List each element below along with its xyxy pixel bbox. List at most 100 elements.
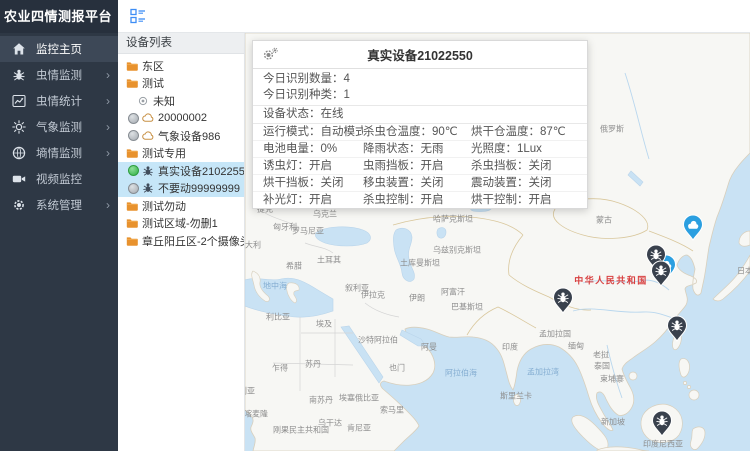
tree-node[interactable]: 测试专用 (118, 145, 244, 163)
sidebar-item-label: 虫情统计 (36, 93, 106, 109)
popup-grid-cell: 电池电量：0% (253, 141, 363, 157)
tree-node[interactable]: 不要动99999999 (118, 180, 244, 198)
chart-icon (12, 94, 26, 108)
sidebar-item[interactable]: 视频监控 (0, 166, 118, 192)
tree-node-label: 真实设备21022550 (158, 163, 244, 179)
sulawesi (690, 427, 705, 450)
gears-icon[interactable] (263, 47, 279, 62)
sidebar-item-label: 虫情监测 (36, 67, 106, 83)
tree-node[interactable]: 章丘阳丘区-2个摄像头 (118, 232, 244, 250)
tree-node-label: 测试 (142, 75, 164, 91)
popup-grid-row: 运行模式：自动模式杀虫仓温度：90℃烘干仓温度：87℃ (253, 124, 587, 141)
folder-icon (126, 217, 138, 229)
popup-grid-cell: 烘干仓温度：87℃ (471, 124, 587, 140)
unknown-marker-icon (137, 95, 149, 107)
sidebar-item[interactable]: 气象监测 › (0, 114, 118, 140)
tree-node[interactable]: 东区 (118, 57, 244, 75)
popup-grid-cell: 杀虫仓温度：90℃ (363, 124, 471, 140)
topbar (118, 0, 750, 33)
sidebar: 农业四情测报平台 监控主页 虫情监测 › 虫情统计 › 气象监测 › 墒情监测 … (0, 0, 118, 451)
tree-node[interactable]: 气象设备986 (118, 127, 244, 145)
tree-node[interactable]: 测试区域-勿删1 (118, 215, 244, 233)
tree-node[interactable]: 未知 (118, 92, 244, 110)
visayas-1 (683, 381, 686, 384)
popup-grid-cell: 移虫装置：关闭 (363, 175, 471, 191)
sidebar-item-label: 墒情监测 (36, 145, 106, 161)
hainan (629, 372, 637, 380)
bug-icon (142, 182, 154, 194)
tree-node[interactable]: 测试 (118, 75, 244, 93)
gear-icon (12, 198, 26, 212)
mindanao (689, 390, 699, 400)
sidebar-item[interactable]: 系统管理 › (0, 192, 118, 218)
chevron-right-icon: › (106, 69, 110, 81)
sidebar-item-label: 视频监控 (36, 171, 110, 187)
chevron-right-icon: › (106, 121, 110, 133)
folder-icon (126, 147, 138, 159)
sidebar-item-label: 监控主页 (36, 41, 110, 57)
popup-summary-row: 今日识别数量：4 (253, 72, 587, 88)
device-panel-header: 设备列表 (118, 33, 244, 54)
popup-summary-row: 今日识别种类：1 (253, 88, 587, 104)
app-window: 农业四情测报平台 监控主页 虫情监测 › 虫情统计 › 气象监测 › 墒情监测 … (0, 0, 750, 451)
tree-node[interactable]: 测试勿动 (118, 197, 244, 215)
tree-node-label: 未知 (153, 93, 175, 109)
sidebar-item[interactable]: 虫情统计 › (0, 88, 118, 114)
popup-grid-cell: 降雨状态：无雨 (363, 141, 471, 157)
popup-grid-cell: 杀虫挡板：关闭 (471, 158, 587, 174)
luzon (679, 359, 689, 377)
device-popup-header: 真实设备21022550 (253, 41, 587, 69)
popup-grid-cell: 补光灯：开启 (253, 192, 363, 208)
app-title: 农业四情测报平台 (0, 0, 118, 33)
tree-node-label: 测试专用 (142, 145, 186, 161)
globe-icon (12, 146, 26, 160)
sidebar-menu: 监控主页 虫情监测 › 虫情统计 › 气象监测 › 墒情监测 › 视频监控 (0, 33, 118, 218)
status-dot-offline (128, 183, 139, 194)
popup-grid-row: 诱虫灯：开启虫雨挡板：开启杀虫挡板：关闭 (253, 158, 587, 175)
tree-node-label: 不要动99999999 (158, 180, 240, 196)
popup-grid-cell: 光照度：1Lux (471, 141, 587, 157)
device-popup-summary: 今日识别数量：4今日识别种类：1 (253, 69, 587, 106)
popup-grid-cell: 烘干控制：开启 (471, 192, 587, 208)
popup-grid-cell: 诱虫灯：开启 (253, 158, 363, 174)
status-dot-offline (128, 130, 139, 141)
bug-icon (12, 68, 26, 82)
tree-node[interactable]: 真实设备21022550 (118, 162, 244, 180)
japan-honshu (713, 255, 750, 301)
tree-toggle-icon[interactable] (130, 8, 146, 24)
folder-icon (126, 77, 138, 89)
device-panel: 设备列表 东区 测试 未知 20000002 气象设备986 测试专用 真实设备… (118, 33, 245, 451)
weather-cloud-icon (142, 130, 154, 142)
popup-grid-cell: 虫雨挡板：开启 (363, 158, 471, 174)
popup-grid-cell: 震动装置：关闭 (471, 175, 587, 191)
device-status-row: 设备状态：在线 (253, 106, 587, 124)
popup-grid-cell: 烘干挡板：关闭 (253, 175, 363, 191)
visayas-2 (687, 385, 690, 388)
tree-node-label: 东区 (142, 58, 164, 74)
tree-node-label: 测试勿动 (142, 198, 186, 214)
folder-icon (126, 60, 138, 72)
folder-icon (126, 200, 138, 212)
tree-node-label: 测试区域-勿删1 (142, 215, 218, 231)
tree-node[interactable]: 20000002 (118, 110, 244, 128)
sri-lanka (514, 395, 521, 406)
status-dot-offline (128, 113, 139, 124)
bug-icon (142, 165, 154, 177)
device-popup: 真实设备21022550 今日识别数量：4今日识别种类：1 设备状态：在线 运行… (252, 40, 588, 209)
popup-grid-cell: 运行模式：自动模式 (253, 124, 363, 140)
sidebar-item[interactable]: 监控主页 (0, 36, 118, 62)
chevron-right-icon: › (106, 95, 110, 107)
device-tree: 东区 测试 未知 20000002 气象设备986 测试专用 真实设备21022… (118, 54, 244, 250)
folder-icon (126, 235, 138, 247)
sidebar-item[interactable]: 虫情监测 › (0, 62, 118, 88)
popup-grid-row: 烘干挡板：关闭移虫装置：关闭震动装置：关闭 (253, 175, 587, 192)
device-popup-grid: 运行模式：自动模式杀虫仓温度：90℃烘干仓温度：87℃电池电量：0%降雨状态：无… (253, 124, 587, 208)
map-marker-insect[interactable] (668, 316, 687, 341)
sidebar-item[interactable]: 墒情监测 › (0, 140, 118, 166)
tree-node-label: 20000002 (158, 112, 207, 124)
sidebar-item-label: 系统管理 (36, 197, 106, 213)
sun-icon (12, 120, 26, 134)
camera-icon (12, 172, 26, 186)
weather-cloud-icon (142, 112, 154, 124)
japan-hokkaido (739, 231, 750, 246)
